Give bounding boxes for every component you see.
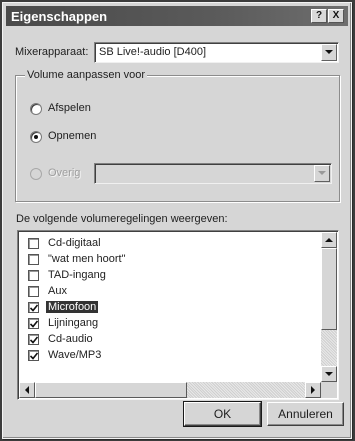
list-item-label: Cd-digitaal: [48, 237, 101, 249]
checkmark-icon: [30, 352, 38, 360]
chevron-down-icon: [318, 171, 326, 175]
list-item[interactable]: TAD-ingang: [28, 268, 308, 283]
checkbox[interactable]: [28, 286, 39, 297]
checkbox-checked[interactable]: [28, 318, 39, 329]
close-button[interactable]: X: [328, 9, 344, 23]
checkbox-checked[interactable]: [28, 302, 39, 313]
ok-button[interactable]: OK: [183, 401, 262, 427]
chevron-down-icon: [325, 50, 333, 54]
scroll-up-button[interactable]: [321, 232, 337, 248]
help-icon: ?: [315, 10, 323, 21]
vertical-scroll-thumb[interactable]: [321, 248, 337, 330]
list-item-label: TAD-ingang: [48, 269, 106, 281]
list-item[interactable]: Microfoon: [28, 300, 308, 315]
help-button[interactable]: ?: [311, 9, 327, 23]
list-item-label: "wat men hoort": [48, 253, 126, 265]
checkbox[interactable]: [28, 238, 39, 249]
list-item-label: Cd-audio: [48, 333, 93, 345]
list-item[interactable]: Aux: [28, 284, 308, 299]
mixer-device-value: SB Live!-audio [D400]: [99, 46, 207, 58]
checkbox[interactable]: [28, 254, 39, 265]
horizontal-scrollbar[interactable]: [19, 382, 321, 398]
horizontal-scroll-thumb[interactable]: [35, 382, 187, 398]
cancel-button[interactable]: Annuleren: [267, 402, 344, 426]
window-title: Eigenschappen: [11, 9, 108, 24]
arrow-right-icon: [311, 386, 315, 394]
arrow-down-icon: [325, 372, 333, 376]
checkbox-checked[interactable]: [28, 350, 39, 361]
checkmark-icon: [30, 304, 38, 312]
list-item[interactable]: Cd-digitaal: [28, 236, 308, 251]
scroll-left-button[interactable]: [19, 382, 35, 398]
list-item-label: Lijningang: [48, 317, 99, 329]
other-dropdown-button: [314, 165, 330, 182]
controls-list-label: De volgende volumeregelingen weergeven:: [16, 213, 228, 225]
volume-group-legend: Volume aanpassen voor: [25, 69, 148, 81]
radio-recording[interactable]: [30, 131, 42, 143]
list-item[interactable]: Cd-audio: [28, 332, 308, 347]
radio-playback[interactable]: [30, 103, 42, 115]
mixer-dropdown-button[interactable]: [321, 44, 337, 61]
properties-dialog: Eigenschappen ? X Mixerapparaat: SB Live…: [2, 2, 352, 439]
list-item[interactable]: Lijningang: [28, 316, 308, 331]
list-item-label: Microfoon: [46, 301, 99, 313]
checkbox-checked[interactable]: [28, 334, 39, 345]
checkbox[interactable]: [28, 270, 39, 281]
vertical-scrollbar[interactable]: [321, 232, 337, 382]
mixer-device-select[interactable]: SB Live!-audio [D400]: [94, 42, 339, 63]
scroll-right-button[interactable]: [305, 382, 321, 398]
list-item[interactable]: "wat men hoort": [28, 252, 308, 267]
list-item-label: Wave/MP3: [48, 349, 102, 361]
volume-controls-list[interactable]: Cd-digitaal "wat men hoort" TAD-ingang A…: [17, 230, 339, 400]
list-item-label: Aux: [48, 285, 67, 297]
scrollbar-corner: [321, 382, 337, 398]
other-device-select: [94, 163, 332, 184]
checkmark-icon: [30, 336, 38, 344]
radio-other-label: Overig: [48, 167, 81, 179]
radio-playback-label[interactable]: Afspelen: [48, 102, 91, 114]
arrow-left-icon: [25, 386, 29, 394]
scroll-down-button[interactable]: [321, 366, 337, 382]
title-bar[interactable]: Eigenschappen ? X: [6, 6, 348, 26]
close-icon: X: [332, 10, 340, 21]
checkmark-icon: [30, 320, 38, 328]
mixer-label: Mixerapparaat:: [15, 46, 89, 58]
radio-recording-label[interactable]: Opnemen: [48, 130, 96, 142]
list-item[interactable]: Wave/MP3: [28, 348, 308, 363]
radio-other: [30, 168, 42, 180]
arrow-up-icon: [325, 238, 333, 242]
